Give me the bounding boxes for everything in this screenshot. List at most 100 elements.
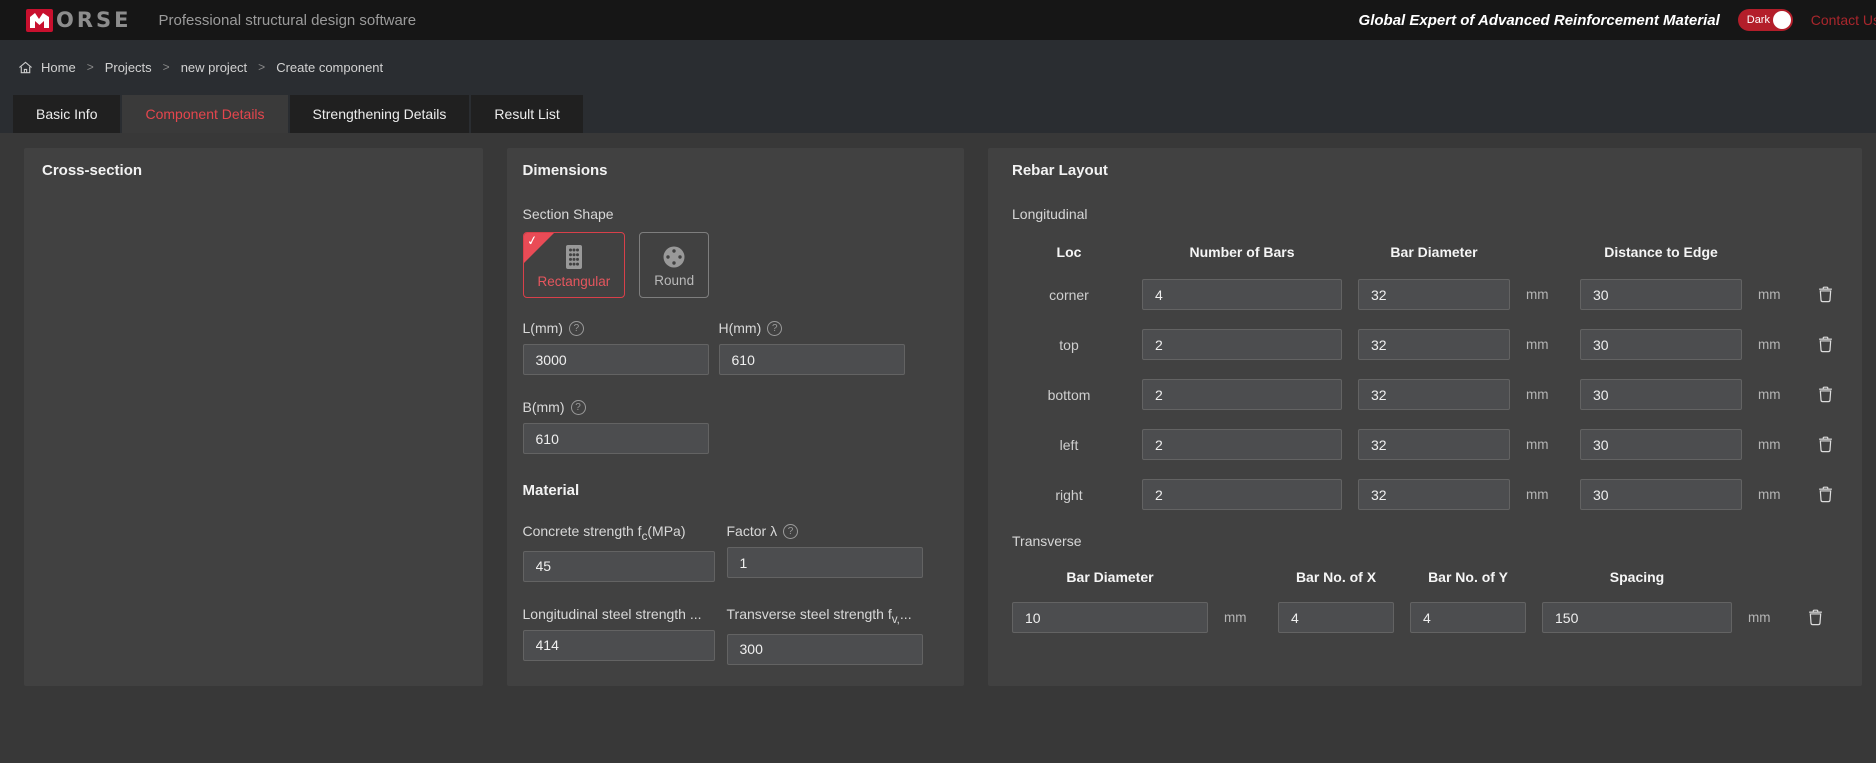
diameter-input[interactable] [1358, 379, 1510, 410]
concrete-strength-label: Concrete strength fc(MPa) [523, 523, 715, 543]
longitudinal-row-right: right mm mm [1012, 479, 1838, 510]
trans-diameter-input[interactable] [1012, 602, 1208, 633]
trash-icon [1818, 386, 1833, 403]
bars-input[interactable] [1142, 279, 1342, 310]
dimensions-panel: Dimensions Section Shape ✓ [507, 148, 965, 686]
cross-section-panel: Cross-section [24, 148, 483, 686]
section-shape-options: ✓ Rectangular [523, 232, 949, 298]
horse-head-icon [26, 9, 53, 32]
h-help-icon[interactable]: ? [767, 321, 782, 336]
longitudinal-row-top: top mm mm [1012, 329, 1838, 360]
b-input[interactable] [523, 423, 709, 454]
transverse-steel-label: Transverse steel strength fv,... [727, 606, 923, 626]
distance-input[interactable] [1580, 379, 1742, 410]
unit-label: mm [1758, 387, 1796, 402]
b-field-label: B(mm) ? [523, 399, 709, 415]
delete-row-button[interactable] [1812, 382, 1838, 408]
delete-row-button[interactable] [1812, 282, 1838, 308]
shape-option-round[interactable]: Round [639, 232, 709, 298]
column-header-number-of-bars: Number of Bars [1142, 244, 1342, 260]
unit-label: mm [1758, 437, 1796, 452]
theme-toggle-knob[interactable] [1773, 11, 1791, 29]
column-header-trans-bar-diameter: Bar Diameter [1012, 569, 1208, 585]
column-header-spacing: Spacing [1542, 569, 1732, 585]
rectangular-section-icon [563, 244, 585, 270]
bars-input[interactable] [1142, 329, 1342, 360]
column-header-bar-no-x: Bar No. of X [1278, 569, 1394, 585]
distance-input[interactable] [1580, 279, 1742, 310]
breadcrumb-item-create-component[interactable]: Create component [276, 60, 383, 75]
tab-result-list[interactable]: Result List [471, 95, 582, 133]
unit-label: mm [1224, 610, 1262, 625]
delete-row-button[interactable] [1802, 605, 1828, 631]
tab-basic-info[interactable]: Basic Info [13, 95, 120, 133]
concrete-strength-input[interactable] [523, 551, 715, 582]
row-loc-label: right [1012, 487, 1126, 503]
bars-input[interactable] [1142, 479, 1342, 510]
unit-label: mm [1526, 337, 1564, 352]
longitudinal-row-left: left mm mm [1012, 429, 1838, 460]
l-field-label: L(mm) ? [523, 320, 709, 336]
longitudinal-steel-input[interactable] [523, 630, 715, 661]
trans-spacing-input[interactable] [1542, 602, 1732, 633]
breadcrumb-item-new-project[interactable]: new project [181, 60, 247, 75]
delete-row-button[interactable] [1812, 432, 1838, 458]
cross-section-title: Cross-section [42, 162, 465, 179]
transverse-header-row: Bar Diameter Bar No. of X Bar No. of Y S… [1012, 569, 1838, 585]
transverse-label: Transverse [1012, 533, 1838, 549]
tab-strengthening-details[interactable]: Strengthening Details [290, 95, 470, 133]
header-tagline: Professional structural design software [159, 12, 417, 29]
h-field-label: H(mm) ? [719, 320, 905, 336]
contact-us-link[interactable]: Contact Us [1811, 12, 1876, 28]
trans-bar-x-input[interactable] [1278, 602, 1394, 633]
diameter-input[interactable] [1358, 429, 1510, 460]
diameter-input[interactable] [1358, 279, 1510, 310]
breadcrumb: Home > Projects > new project > Create c… [18, 57, 1876, 77]
b-help-icon[interactable]: ? [571, 400, 586, 415]
home-icon[interactable] [18, 60, 33, 75]
h-input[interactable] [719, 344, 905, 375]
dimensions-title: Dimensions [523, 162, 949, 179]
bars-input[interactable] [1142, 379, 1342, 410]
trash-icon [1818, 436, 1833, 453]
diameter-input[interactable] [1358, 329, 1510, 360]
unit-label: mm [1526, 387, 1564, 402]
row-loc-label: corner [1012, 287, 1126, 303]
factor-lambda-input[interactable] [727, 547, 923, 578]
trans-bar-y-input[interactable] [1410, 602, 1526, 633]
unit-label: mm [1758, 287, 1796, 302]
transverse-steel-input[interactable] [727, 634, 923, 665]
column-header-distance-to-edge: Distance to Edge [1580, 244, 1742, 260]
header-slogan: Global Expert of Advanced Reinforcement … [1359, 12, 1720, 29]
breadcrumb-separator: > [87, 60, 94, 74]
diameter-input[interactable] [1358, 479, 1510, 510]
unit-label: mm [1758, 487, 1796, 502]
l-help-icon[interactable]: ? [569, 321, 584, 336]
distance-input[interactable] [1580, 479, 1742, 510]
column-header-loc: Loc [1012, 244, 1126, 260]
row-loc-label: left [1012, 437, 1126, 453]
breadcrumb-item-projects[interactable]: Projects [105, 60, 152, 75]
unit-label: mm [1526, 287, 1564, 302]
longitudinal-header-row: Loc Number of Bars Bar Diameter Distance… [1012, 244, 1838, 260]
material-title: Material [523, 482, 949, 499]
row-loc-label: bottom [1012, 387, 1126, 403]
delete-row-button[interactable] [1812, 482, 1838, 508]
delete-row-button[interactable] [1812, 332, 1838, 358]
shape-option-label: Rectangular [538, 274, 611, 289]
tab-bar: Basic Info Component Details Strengtheni… [13, 95, 1876, 133]
logo-wordmark: ORSE [56, 8, 132, 32]
bars-input[interactable] [1142, 429, 1342, 460]
sub-header: Home > Projects > new project > Create c… [0, 40, 1876, 133]
distance-input[interactable] [1580, 329, 1742, 360]
theme-toggle[interactable]: Dark [1738, 9, 1793, 31]
shape-option-rectangular[interactable]: ✓ Rectangular [523, 232, 626, 298]
distance-input[interactable] [1580, 429, 1742, 460]
breadcrumb-item-home[interactable]: Home [41, 60, 76, 75]
tab-component-details[interactable]: Component Details [122, 95, 287, 133]
l-input[interactable] [523, 344, 709, 375]
trash-icon [1818, 486, 1833, 503]
factor-help-icon[interactable]: ? [783, 524, 798, 539]
factor-lambda-label: Factor λ ? [727, 523, 923, 539]
unit-label: mm [1758, 337, 1796, 352]
